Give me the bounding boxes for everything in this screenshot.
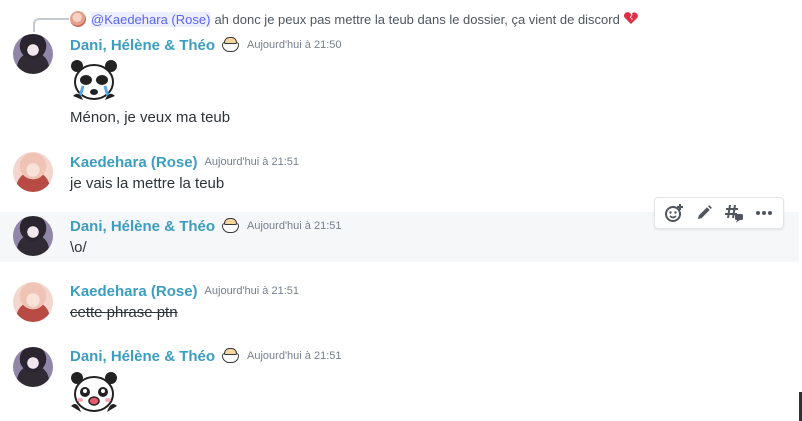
timestamp[interactable]: Aujourd'hui à 21:51: [205, 156, 299, 168]
avatar[interactable]: [13, 347, 53, 387]
avatar[interactable]: [13, 216, 53, 256]
message-content: \o/: [70, 239, 87, 256]
username[interactable]: Dani, Hélène & Théo: [70, 218, 215, 235]
username[interactable]: Dani, Hélène & Théo: [70, 348, 215, 365]
username[interactable]: Kaedehara (Rose): [70, 154, 198, 171]
avatar[interactable]: [13, 152, 53, 192]
username[interactable]: Kaedehara (Rose): [70, 283, 198, 300]
crying-panda-sticker[interactable]: [69, 56, 119, 104]
reply-avatar: [70, 11, 86, 27]
message-content: je vais la mettre la teub: [70, 175, 225, 192]
dumpling-icon: [221, 37, 240, 53]
message-toolbar: [654, 197, 784, 229]
broken-heart-icon: [623, 11, 639, 28]
reply-preview[interactable]: @Kaedehara (Rose) ah donc je peux pas me…: [70, 10, 639, 28]
reply-text[interactable]: ah donc je peux pas mettre la teub dans …: [214, 12, 619, 27]
username[interactable]: Dani, Hélène & Théo: [70, 37, 215, 54]
message-header: Kaedehara (Rose) Aujourd'hui à 21:51: [70, 152, 299, 172]
dumpling-icon: [221, 348, 240, 364]
message-header: Kaedehara (Rose) Aujourd'hui à 21:51: [70, 281, 299, 301]
avatar[interactable]: [13, 282, 53, 322]
message-content: Ménon, je veux ma teub: [70, 109, 231, 126]
avatar[interactable]: [13, 34, 53, 74]
reply-mention[interactable]: @Kaedehara (Rose): [91, 11, 211, 27]
message-content: cette phrase ptn: [70, 304, 178, 321]
timestamp[interactable]: Aujourd'hui à 21:51: [247, 350, 341, 362]
timestamp[interactable]: Aujourd'hui à 21:50: [247, 39, 341, 51]
message-header: Dani, Hélène & Théo Aujourd'hui à 21:51: [70, 216, 341, 236]
message-group: Kaedehara (Rose) Aujourd'hui à 21:51 je …: [0, 146, 802, 202]
create-thread-icon[interactable]: [721, 200, 747, 226]
edit-icon[interactable]: [691, 200, 717, 226]
message-header: Dani, Hélène & Théo Aujourd'hui à 21:51: [70, 346, 341, 366]
timestamp[interactable]: Aujourd'hui à 21:51: [247, 220, 341, 232]
dumpling-icon: [221, 218, 240, 234]
message-header: Dani, Hélène & Théo Aujourd'hui à 21:50: [70, 35, 341, 55]
message-group: Kaedehara (Rose) Aujourd'hui à 21:51 cet…: [0, 278, 802, 328]
message-group: Dani, Hélène & Théo Aujourd'hui à 21:51: [0, 340, 802, 421]
happy-panda-sticker[interactable]: [69, 370, 119, 418]
timestamp[interactable]: Aujourd'hui à 21:51: [205, 285, 299, 297]
add-reaction-icon[interactable]: [661, 200, 687, 226]
more-options-icon[interactable]: [751, 200, 777, 226]
message-group: Dani, Hélène & Théo Aujourd'hui à 21:50 …: [0, 30, 802, 140]
